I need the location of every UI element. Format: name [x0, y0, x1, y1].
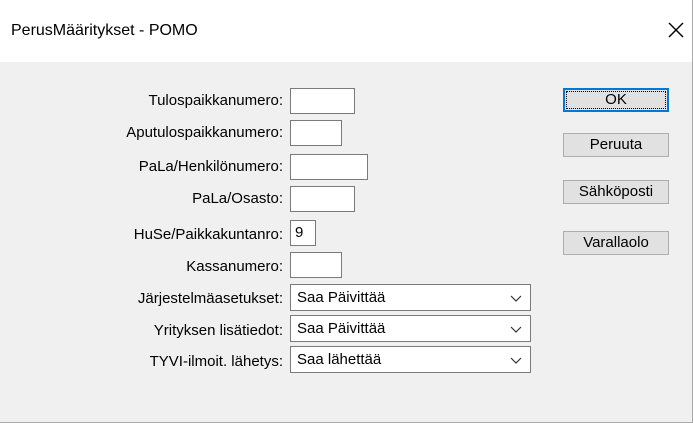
osasto-input[interactable] [290, 186, 355, 212]
tyvi-lahetys-select[interactable]: Saa lähettää [290, 346, 531, 373]
tulospaikkanumero-input[interactable] [290, 88, 355, 114]
jarjestelmaasetukset-select[interactable]: Saa Päivittää [290, 284, 531, 311]
yrityksen-lisatiedot-select[interactable]: Saa Päivittää [290, 315, 531, 342]
henkilonumero-label: PaLa/Henkilönumero: [138, 158, 283, 175]
close-icon[interactable] [664, 18, 688, 42]
focus-rect [566, 91, 666, 109]
aputulospaikkanumero-input[interactable] [290, 120, 342, 146]
tulospaikkanumero-label: Tulospaikkanumero: [148, 92, 283, 109]
cancel-button-label: Peruuta [589, 136, 643, 153]
kassanumero-label: Kassanumero: [186, 258, 283, 275]
chevron-down-icon [510, 357, 522, 364]
osasto-label: PaLa/Osasto: [192, 190, 283, 207]
window-title: PerusMääritykset - POMO [11, 22, 198, 39]
varallaolo-button-label: Varallaolo [583, 234, 649, 251]
aputulospaikkanumero-label: Aputulospaikkanumero: [126, 124, 283, 141]
henkilonumero-input[interactable] [290, 154, 368, 180]
tyvi-lahetys-value: Saa lähettää [297, 351, 382, 368]
paikkakuntanro-label: HuSe/Paikkakuntanro: [133, 226, 283, 243]
jarjestelmaasetukset-value: Saa Päivittää [297, 289, 386, 306]
cancel-button[interactable]: Peruuta [563, 133, 669, 157]
email-button[interactable]: Sähköposti [563, 180, 669, 204]
chevron-down-icon [510, 295, 522, 302]
ok-button[interactable]: OK [563, 88, 669, 112]
dialog-window: PerusMääritykset - POMO Tulospaikkanumer… [0, 0, 693, 423]
yrityksen-lisatiedot-label: Yrityksen lisätiedot: [153, 322, 283, 339]
kassanumero-input[interactable] [290, 252, 342, 278]
chevron-down-icon [510, 326, 522, 333]
title-bar: PerusMääritykset - POMO [0, 0, 692, 62]
jarjestelmaasetukset-label: Järjestelmäasetukset: [137, 290, 283, 307]
email-button-label: Sähköposti [578, 183, 654, 200]
yrityksen-lisatiedot-value: Saa Päivittää [297, 320, 386, 337]
tyvi-lahetys-label: TYVI-ilmoit. lähetys: [149, 353, 283, 370]
varallaolo-button[interactable]: Varallaolo [563, 231, 669, 255]
paikkakuntanro-input[interactable]: 9 [290, 220, 316, 246]
